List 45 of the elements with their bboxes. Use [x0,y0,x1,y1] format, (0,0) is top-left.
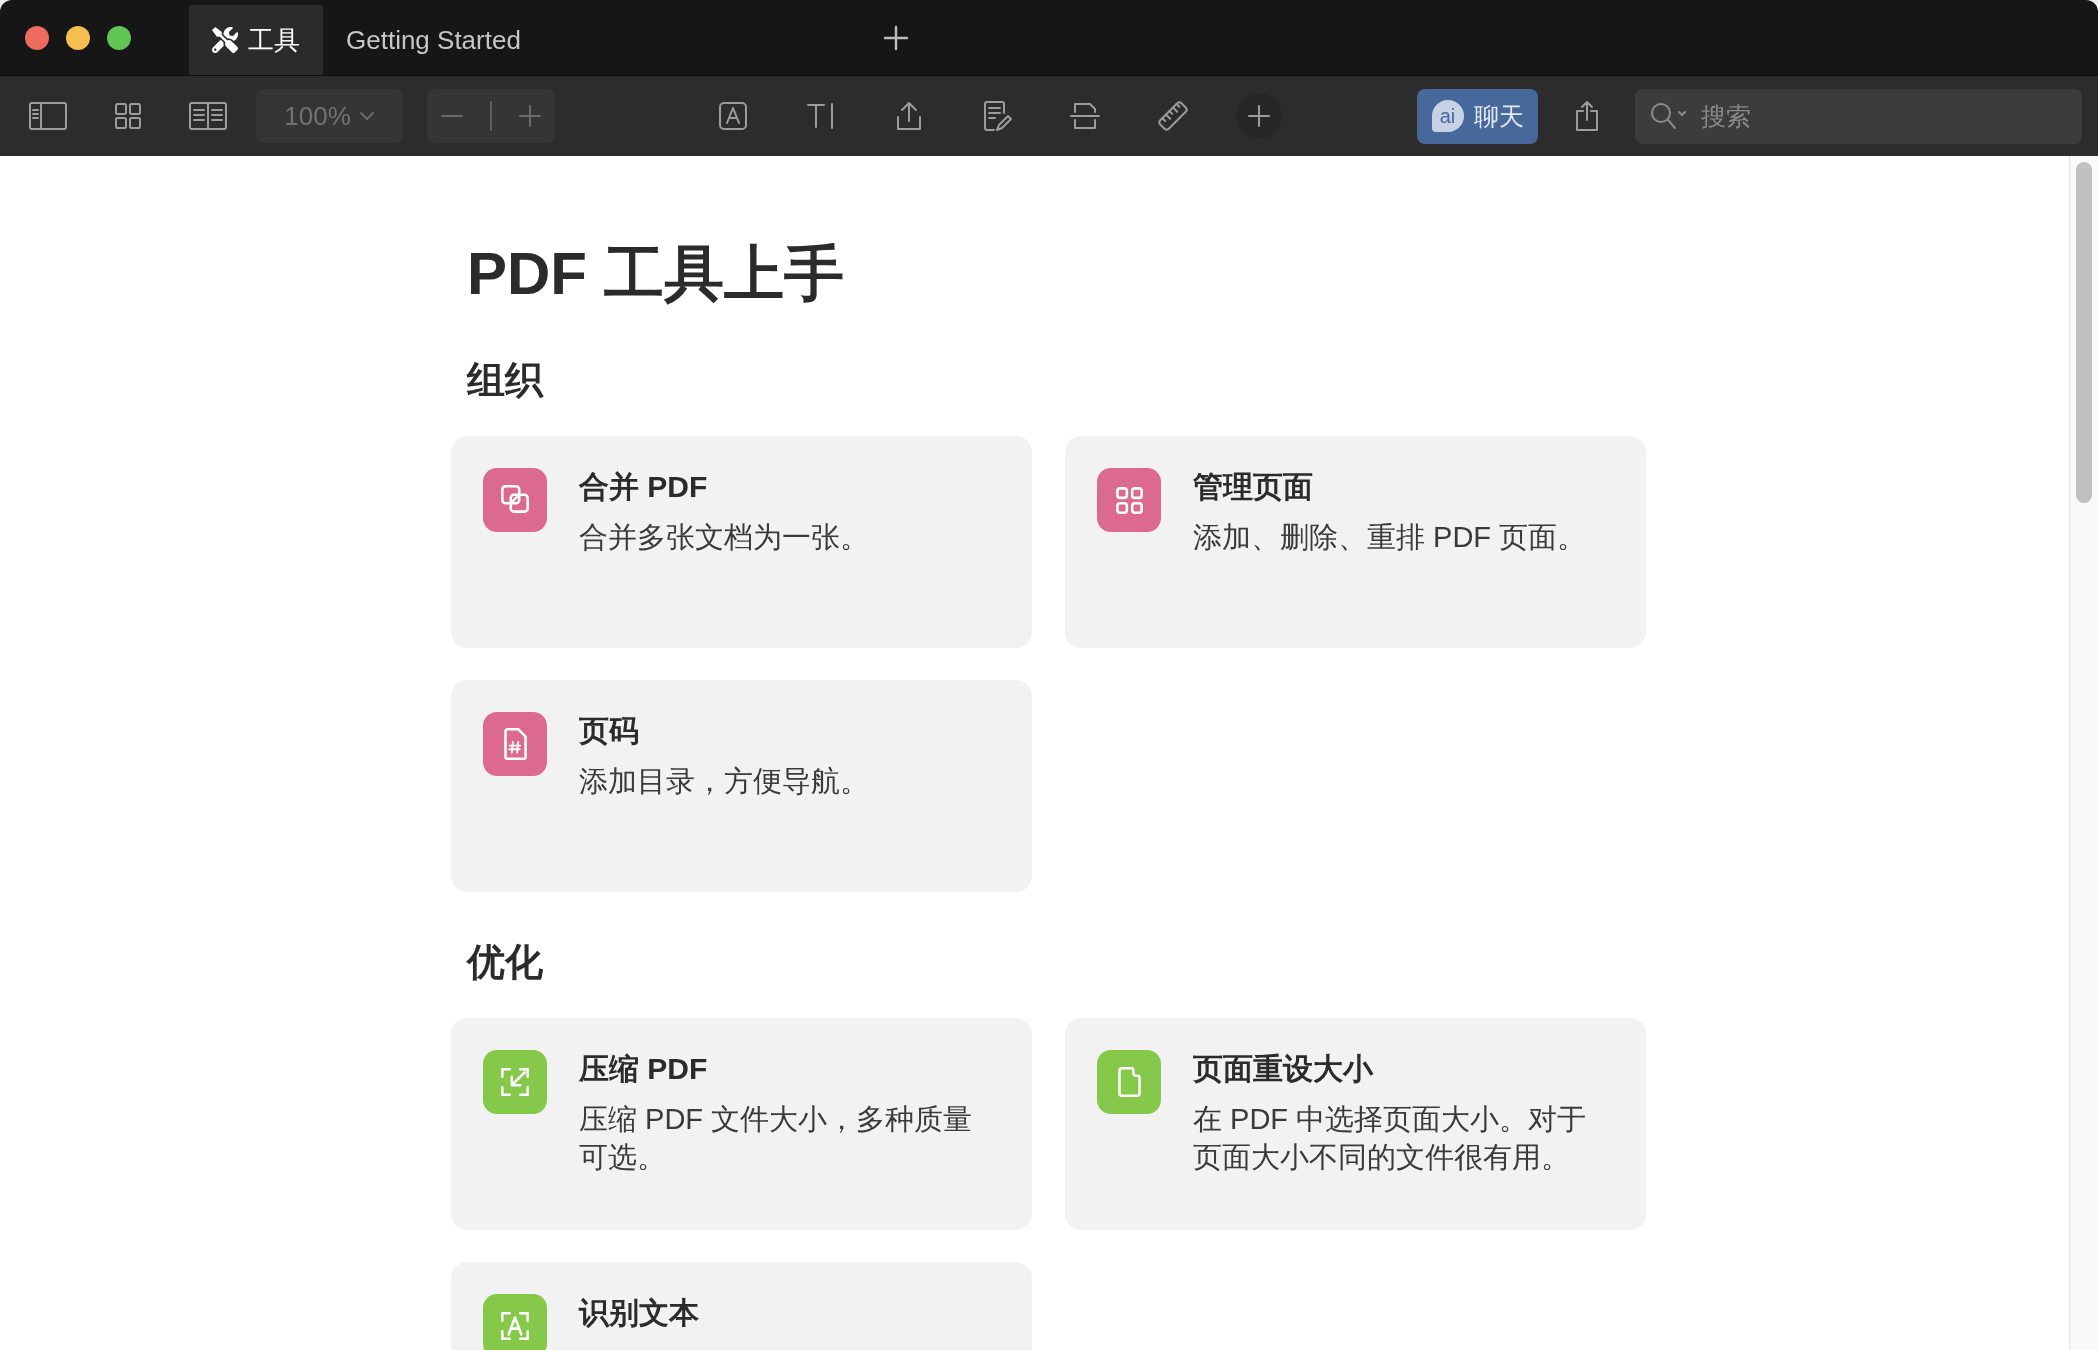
tool-description: 添加目录，方便导航。 [579,764,869,799]
tools-icon [212,27,238,53]
tool-title: 压缩 PDF [579,1051,709,1087]
ruler-icon[interactable] [1157,100,1189,132]
tool-title: 识别文本 [579,1295,699,1331]
add-icon[interactable] [1236,93,1282,139]
chat-button[interactable]: ai 聊天 [1417,88,1538,144]
grid-icon[interactable] [115,103,141,129]
section-heading: 优化 [465,940,544,985]
tool-title: 合并 PDF [579,469,709,505]
section-heading: 组织 [465,358,545,403]
tool-card[interactable]: 压缩 PDF 压缩 PDF 文件大小，多种质量可选。 [451,1018,1032,1230]
tool-card[interactable]: 页面重设大小 在 PDF 中选择页面大小。对于页面大小不同的文件很有用。 [1065,1018,1646,1230]
minimize-icon[interactable] [66,25,90,50]
caret-icon [358,111,375,121]
upload-icon[interactable] [895,100,923,132]
tool-card[interactable]: 页码 添加目录，方便导航。 [451,680,1032,892]
scrollbar-track[interactable] [2069,156,2098,1350]
search-field[interactable]: 搜索 [1635,88,2082,144]
sidebar-icon[interactable] [29,102,67,130]
book-icon[interactable] [189,102,227,130]
tool-description: 添加、删除、重排 PDF 页面。 [1193,520,1587,555]
tool-description: 在 PDF 中选择页面大小。对于页面大小不同的文件很有用。 [1193,1102,1588,1175]
tool-description: 合并多张文档为一张。 [579,520,869,555]
tab[interactable]: 工具 [189,5,323,75]
tool-card[interactable]: 识别文本 [451,1262,1032,1350]
close-icon[interactable] [25,25,49,50]
page-split-icon[interactable] [1070,101,1100,131]
tool-title: 页面重设大小 [1193,1051,1375,1087]
search-icon[interactable] [1649,100,1689,131]
tool-title: 管理页面 [1193,469,1314,505]
tool-description: 压缩 PDF 文件大小，多种质量可选。 [579,1102,974,1175]
tool-card[interactable]: 合并 PDF 合并多张文档为一张。 [451,436,1032,648]
scrollbar-thumb[interactable] [2076,162,2092,503]
tab[interactable]: Getting Started [323,5,544,75]
text-cursor-icon[interactable] [806,102,836,130]
tool-title: 页码 [579,713,640,749]
maximize-icon[interactable] [107,25,131,50]
page-title: PDF 工具上手 [466,239,845,309]
share-icon[interactable] [1574,100,1600,132]
edit-document-icon[interactable] [982,100,1012,132]
ai-badge: ai [1431,100,1464,132]
tool-card[interactable]: 管理页面 添加、删除、重排 PDF 页面。 [1065,436,1646,648]
text-box-icon[interactable] [719,102,747,130]
plus-icon[interactable] [883,24,909,51]
